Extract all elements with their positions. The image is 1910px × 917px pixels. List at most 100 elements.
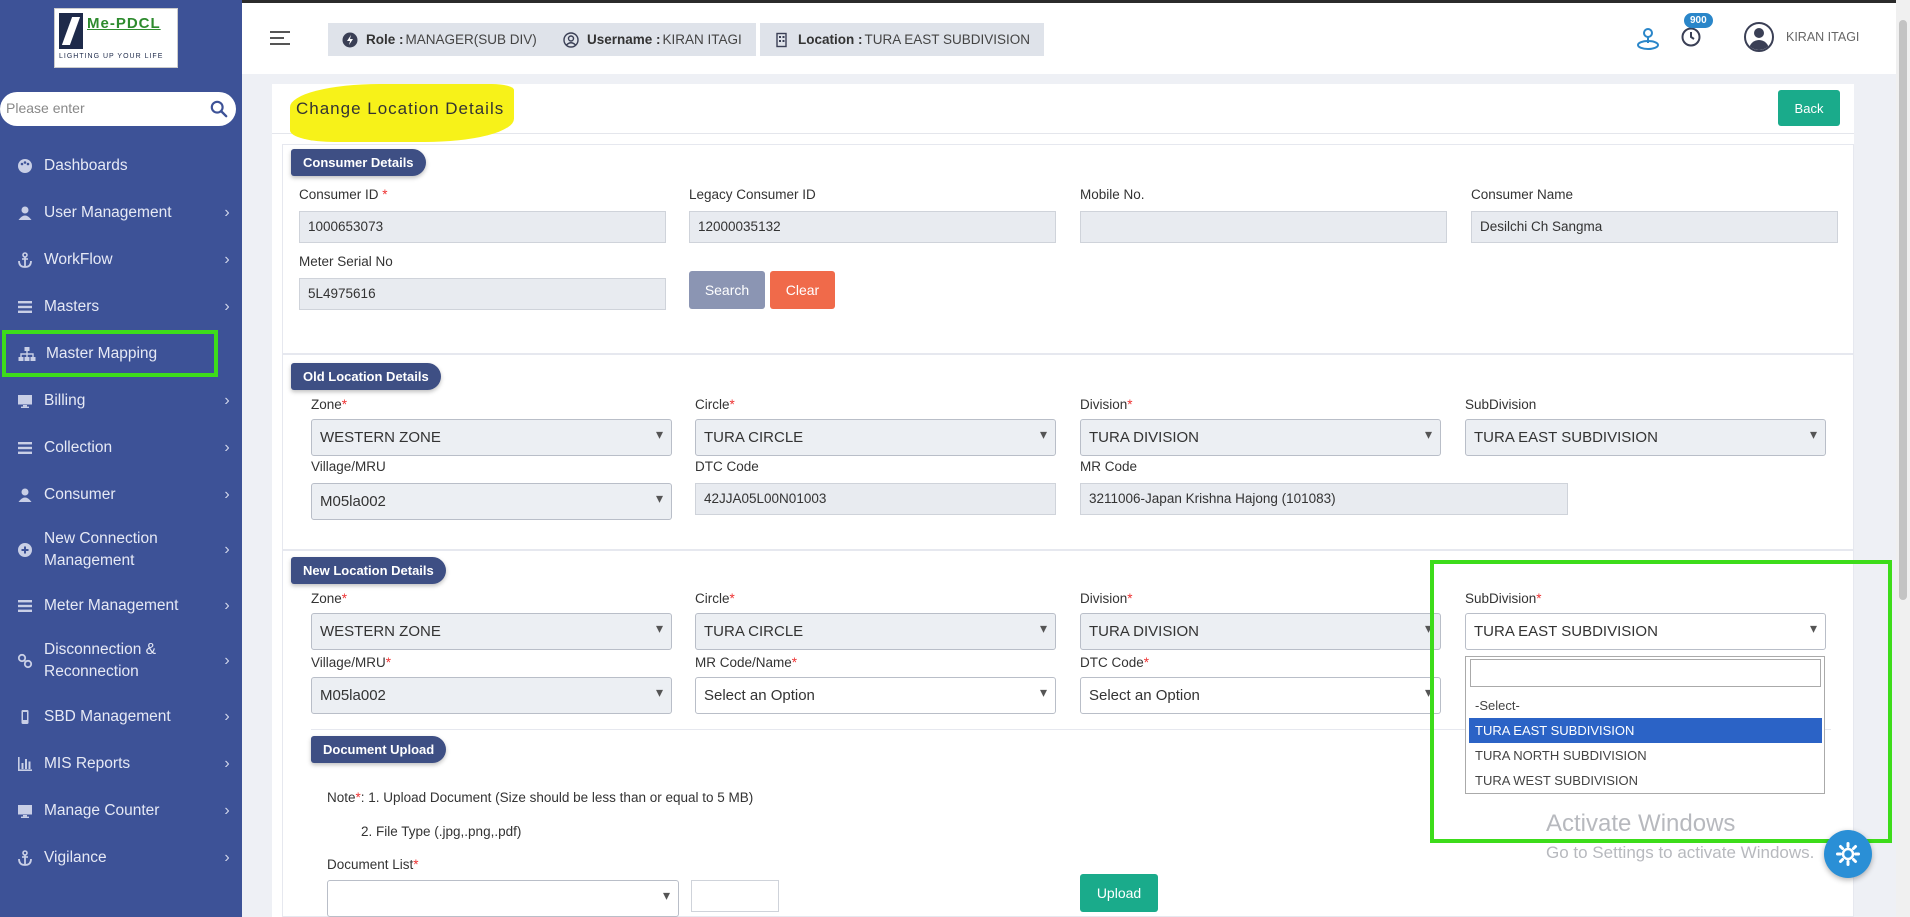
section-title: Document Upload: [311, 736, 447, 763]
company-logo[interactable]: Me-PDCL LIGHTING UP YOUR LIFE: [54, 8, 178, 68]
bolt-circle-icon: [342, 32, 358, 47]
role-chip: Role : MANAGER(SUB DIV): [328, 23, 551, 56]
new-dtc-select[interactable]: Select an Option: [1080, 675, 1441, 714]
sidebar-item-label: Consumer: [44, 485, 116, 503]
sidebar-item-sbd-management[interactable]: SBD Management ›: [0, 693, 242, 740]
document-list-select[interactable]: [327, 878, 679, 917]
chevron-right-icon: ›: [224, 801, 230, 819]
sidebar-item-collection[interactable]: Collection ›: [0, 424, 242, 471]
chevron-right-icon: ›: [224, 438, 230, 456]
search-icon[interactable]: [210, 100, 228, 118]
old-village-select[interactable]: M05la002: [311, 481, 672, 520]
sidebar-item-new-connection-management[interactable]: New Connection Management ›: [0, 518, 242, 582]
search-button[interactable]: Search: [689, 271, 765, 309]
sidebar-item-manage-counter[interactable]: Manage Counter ›: [0, 787, 242, 834]
consumer-id-label: Consumer ID *: [299, 187, 388, 202]
old-location-section: Old Location Details Zone* WESTERN ZONE …: [282, 354, 1854, 550]
sidebar-item-label: User Management: [44, 203, 172, 221]
mobile-icon: [16, 708, 34, 726]
bar-chart-icon: [16, 755, 34, 773]
page-scrollbar[interactable]: [1896, 0, 1910, 917]
sidebar-item-dashboards[interactable]: Dashboards: [0, 142, 242, 189]
new-division-select[interactable]: TURA DIVISION: [1080, 611, 1441, 650]
section-title: Old Location Details: [291, 363, 441, 390]
chevron-right-icon: ›: [224, 848, 230, 866]
new-mr-select[interactable]: Select an Option: [695, 675, 1056, 714]
old-dtc-label: DTC Code: [695, 459, 759, 474]
sidebar-item-user-management[interactable]: User Management ›: [0, 189, 242, 236]
chevron-right-icon: ›: [224, 485, 230, 503]
sidebar-item-master-mapping[interactable]: Master Mapping: [2, 330, 218, 377]
new-mr-label: MR Code/Name*: [695, 655, 798, 670]
annotation-highlight-box: [1430, 560, 1892, 843]
sidebar-item-label: Billing: [44, 391, 86, 409]
file-input[interactable]: [691, 880, 779, 912]
sidebar-item-label: Disconnection & Reconnection: [44, 641, 157, 680]
notification-badge: 900: [1684, 13, 1713, 28]
consumer-name-field[interactable]: Desilchi Ch Sangma: [1471, 211, 1838, 243]
sidebar-item-label: Collection: [44, 438, 113, 456]
scrollbar-thumb[interactable]: [1899, 20, 1907, 600]
legacy-id-field[interactable]: 12000035132: [689, 211, 1056, 243]
list-icon: [16, 439, 34, 457]
new-zone-select[interactable]: WESTERN ZONE: [311, 611, 672, 650]
location-sync-icon[interactable]: [1634, 24, 1662, 52]
document-list-label: Document List*: [327, 857, 419, 872]
username-chip: Username : KIRAN ITAGI: [549, 23, 756, 56]
upload-note-line1: Note*: 1. Upload Document (Size should b…: [327, 790, 754, 805]
chevron-right-icon: ›: [224, 391, 230, 409]
sidebar-item-disconnection-reconnection[interactable]: Disconnection & Reconnection ›: [0, 629, 242, 693]
sidebar-item-mis-reports[interactable]: MIS Reports ›: [0, 740, 242, 787]
avatar[interactable]: [1744, 22, 1774, 52]
legacy-id-label: Legacy Consumer ID: [689, 187, 816, 202]
chevron-right-icon: ›: [224, 596, 230, 614]
clock-icon[interactable]: [1680, 26, 1702, 48]
sidebar-item-label: Manage Counter: [44, 801, 160, 819]
sidebar-item-billing[interactable]: Billing ›: [0, 377, 242, 424]
sidebar-item-workflow[interactable]: WorkFlow ›: [0, 236, 242, 283]
sidebar-menu: Dashboards User Management › WorkFlow › Maste…: [0, 142, 242, 881]
meter-serial-field[interactable]: 5L4975616: [299, 278, 666, 310]
activate-windows-title: Activate Windows: [1546, 810, 1736, 837]
new-village-select[interactable]: M05la002: [311, 675, 672, 714]
chevron-right-icon: ›: [224, 250, 230, 268]
old-circle-select[interactable]: TURA CIRCLE: [695, 417, 1056, 456]
location-chip: Location : TURA EAST SUBDIVISION: [760, 23, 1045, 56]
user-icon: [16, 486, 34, 504]
old-zone-label: Zone*: [311, 397, 348, 412]
old-division-select[interactable]: TURA DIVISION: [1080, 417, 1441, 456]
sidebar-item-vigilance[interactable]: Vigilance ›: [0, 834, 242, 881]
sidebar-item-masters[interactable]: Masters ›: [0, 283, 242, 330]
old-dtc-field[interactable]: 42JJA05L00N01003: [695, 483, 1056, 515]
settings-fab[interactable]: [1824, 830, 1872, 878]
mobile-label: Mobile No.: [1080, 187, 1145, 202]
mobile-field[interactable]: [1080, 211, 1447, 243]
consumer-id-field[interactable]: 1000653073: [299, 211, 666, 243]
old-subdivision-select[interactable]: TURA EAST SUBDIVISION: [1465, 417, 1826, 456]
hamburger-menu-icon[interactable]: [270, 31, 290, 49]
anchor-icon: [16, 251, 34, 269]
sidebar-item-consumer[interactable]: Consumer ›: [0, 471, 242, 518]
clear-button[interactable]: Clear: [770, 271, 835, 309]
sitemap-icon: [18, 345, 36, 363]
plus-circle-icon: [16, 541, 34, 559]
building-icon: [776, 32, 787, 47]
upload-button[interactable]: Upload: [1080, 874, 1158, 912]
sidebar-item-label: Meter Management: [44, 596, 179, 614]
back-button[interactable]: Back: [1778, 90, 1840, 126]
sidebar-item-label: Masters: [44, 297, 100, 315]
list-icon: [16, 597, 34, 615]
old-zone-select[interactable]: WESTERN ZONE: [311, 417, 672, 456]
old-mr-label: MR Code: [1080, 459, 1138, 474]
chevron-right-icon: ›: [224, 707, 230, 725]
new-circle-select[interactable]: TURA CIRCLE: [695, 611, 1056, 650]
consumer-name-label: Consumer Name: [1471, 187, 1574, 202]
sidebar-item-meter-management[interactable]: Meter Management ›: [0, 582, 242, 629]
location-label: Location :: [798, 32, 863, 47]
role-label: Role :: [366, 32, 404, 47]
topbar-user-name[interactable]: KIRAN ITAGI: [1786, 30, 1859, 44]
consumer-details-section: Consumer Details Consumer ID * 100065307…: [282, 144, 1854, 354]
sidebar-search-input[interactable]: [6, 100, 196, 116]
old-mr-field[interactable]: 3211006-Japan Krishna Hajong (101083): [1080, 483, 1568, 515]
gear-icon: [1836, 842, 1860, 866]
